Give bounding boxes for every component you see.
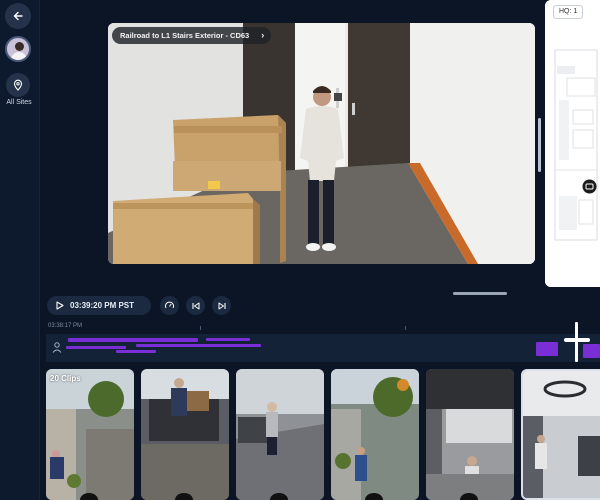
left-rail: All Sites: [0, 0, 40, 500]
clip-thumbnail[interactable]: [426, 369, 514, 500]
vertical-resize-handle[interactable]: [538, 118, 541, 172]
timeline-event[interactable]: [206, 338, 250, 341]
skip-back-button[interactable]: [186, 296, 205, 315]
floor-chip[interactable]: HQ: 1: [553, 5, 584, 19]
timeline-playhead-cap[interactable]: [564, 338, 590, 342]
camera-marker-icon[interactable]: [582, 179, 597, 194]
clip-indicator: [80, 493, 98, 500]
floor-map-panel[interactable]: [545, 0, 600, 287]
skip-forward-icon: [218, 302, 226, 309]
playback-time-control[interactable]: 03:39:20 PM PST: [47, 296, 151, 315]
video-frame: [108, 23, 535, 264]
clip-thumbnail[interactable]: [236, 369, 324, 500]
panel-drag-handle[interactable]: [453, 292, 507, 295]
arrow-left-icon: [13, 11, 23, 21]
floor-map: [545, 0, 600, 287]
playback-speed-button[interactable]: [160, 296, 179, 315]
user-avatar[interactable]: [5, 36, 31, 62]
timeline-event[interactable]: [66, 346, 126, 349]
play-icon: [56, 301, 64, 310]
timeline-tick: [200, 326, 201, 330]
clip-indicator: [460, 493, 478, 500]
avatar-body: [11, 52, 27, 60]
clip-image: [523, 371, 600, 498]
clip-image: [141, 369, 229, 500]
skip-back-icon: [191, 302, 199, 309]
clip-thumbnail[interactable]: [331, 369, 419, 500]
timeline-event[interactable]: [583, 344, 600, 358]
clip-thumbnail-selected[interactable]: [521, 369, 600, 500]
chevron-right-icon: ›: [261, 30, 265, 40]
camera-video-feed[interactable]: [108, 23, 535, 264]
clip-indicator: [175, 493, 193, 500]
map-pin-icon: [13, 79, 23, 91]
all-sites-button[interactable]: [6, 73, 30, 97]
clip-image: [46, 369, 134, 500]
clip-image: [236, 369, 324, 500]
clip-image: [426, 369, 514, 500]
person-icon: [52, 342, 62, 353]
timeline-event[interactable]: [68, 338, 198, 342]
camera-name-label[interactable]: Railroad to L1 Stairs Exterior - CD63 ›: [112, 27, 272, 44]
clips-count: 20 Clips: [50, 374, 81, 383]
back-button[interactable]: [5, 3, 31, 29]
clip-thumbnail[interactable]: [141, 369, 229, 500]
avatar-head: [15, 42, 24, 51]
clip-indicator: [365, 493, 383, 500]
timeline-event[interactable]: [116, 350, 156, 353]
camera-viewer: All Sites Railroad to L1 Stairs Exterior…: [0, 0, 600, 500]
timeline-playhead[interactable]: [575, 322, 578, 362]
timeline-event[interactable]: [136, 344, 261, 347]
playback-time: 03:39:20 PM PST: [70, 301, 135, 310]
timeline-tick: [405, 326, 406, 330]
skip-forward-button[interactable]: [212, 296, 231, 315]
clip-image: [331, 369, 419, 500]
camera-name-text: Railroad to L1 Stairs Exterior - CD63: [120, 31, 250, 40]
timeline-start-time: 03:38:17 PM: [48, 323, 83, 329]
all-sites-label: All Sites: [6, 99, 32, 106]
event-timeline[interactable]: [46, 334, 600, 362]
clips-strip: [46, 369, 600, 500]
timeline-event[interactable]: [536, 342, 558, 356]
playback-speed-icon: [165, 301, 174, 309]
clip-thumbnail[interactable]: [46, 369, 134, 500]
clip-indicator: [270, 493, 288, 500]
